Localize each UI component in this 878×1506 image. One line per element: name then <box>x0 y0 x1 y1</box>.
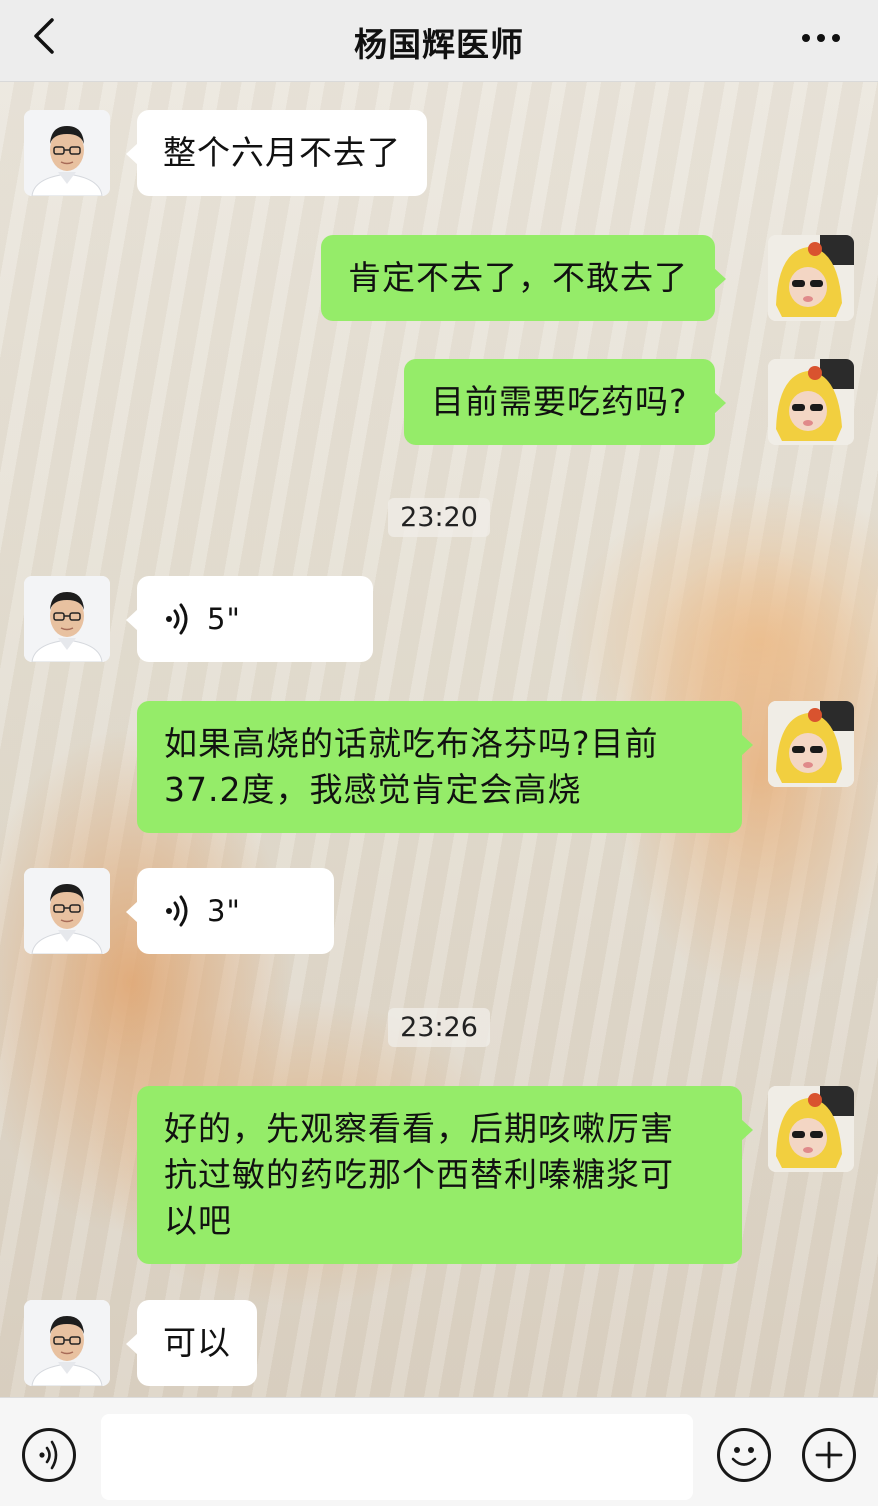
message-bubble-outgoing[interactable]: 肯定不去了，不敢去了 <box>321 235 726 321</box>
message-text: 整个六月不去了 <box>163 133 401 172</box>
voice-message-bubble[interactable]: 3" <box>126 868 334 954</box>
input-bar <box>0 1397 878 1506</box>
message-line: 以吧 <box>164 1201 232 1240</box>
timestamp-text: 23:26 <box>388 1008 490 1047</box>
message-bubble-incoming[interactable]: 可以 <box>126 1300 257 1386</box>
message-bubble-outgoing[interactable]: 如果高烧的话就吃布洛芬吗?目前 37.2度，我感觉肯定会高烧 <box>137 701 753 833</box>
message-bubble-outgoing[interactable]: 目前需要吃药吗? <box>404 359 726 445</box>
voice-input-icon[interactable] <box>22 1428 76 1482</box>
doctor-avatar[interactable] <box>24 110 110 196</box>
voice-duration: 3" <box>207 894 241 928</box>
chat-header: 杨国辉医师 <box>0 0 878 82</box>
message-bubble-incoming[interactable]: 整个六月不去了 <box>126 110 427 196</box>
message-bubble-outgoing[interactable]: 好的，先观察看看，后期咳嗽厉害 抗过敏的药吃那个西替利嗪糖浆可 以吧 <box>137 1086 753 1264</box>
user-avatar[interactable] <box>768 359 854 445</box>
emoji-icon[interactable] <box>717 1428 771 1482</box>
message-input[interactable] <box>101 1414 693 1500</box>
voice-duration: 5" <box>207 602 241 636</box>
plus-icon[interactable] <box>802 1428 856 1482</box>
chat-title: 杨国辉医师 <box>354 25 524 64</box>
voice-wave-icon <box>166 603 188 635</box>
message-line: 37.2度，我感觉肯定会高烧 <box>164 770 582 809</box>
message-text: 目前需要吃药吗? <box>431 382 688 421</box>
voice-message-bubble[interactable]: 5" <box>126 576 373 662</box>
voice-wave-icon <box>166 895 188 927</box>
user-avatar[interactable] <box>768 701 854 787</box>
user-avatar[interactable] <box>768 235 854 321</box>
message-text: 可以 <box>163 1323 231 1362</box>
chat-area[interactable]: 整个六月不去了 肯定不去了，不敢去了 目前需要吃药吗? 23:20 5" 如果高… <box>0 82 878 1397</box>
timestamp: 23:20 <box>0 498 878 537</box>
doctor-avatar[interactable] <box>24 868 110 954</box>
message-line: 好的，先观察看看，后期咳嗽厉害 <box>164 1109 674 1148</box>
message-text: 肯定不去了，不敢去了 <box>348 258 688 297</box>
doctor-avatar[interactable] <box>24 1300 110 1386</box>
timestamp-text: 23:20 <box>388 498 490 537</box>
message-line: 抗过敏的药吃那个西替利嗪糖浆可 <box>164 1155 674 1194</box>
timestamp: 23:26 <box>0 1008 878 1047</box>
message-line: 如果高烧的话就吃布洛芬吗?目前 <box>164 724 659 763</box>
more-dots-icon[interactable] <box>802 34 840 42</box>
doctor-avatar[interactable] <box>24 576 110 662</box>
user-avatar[interactable] <box>768 1086 854 1172</box>
